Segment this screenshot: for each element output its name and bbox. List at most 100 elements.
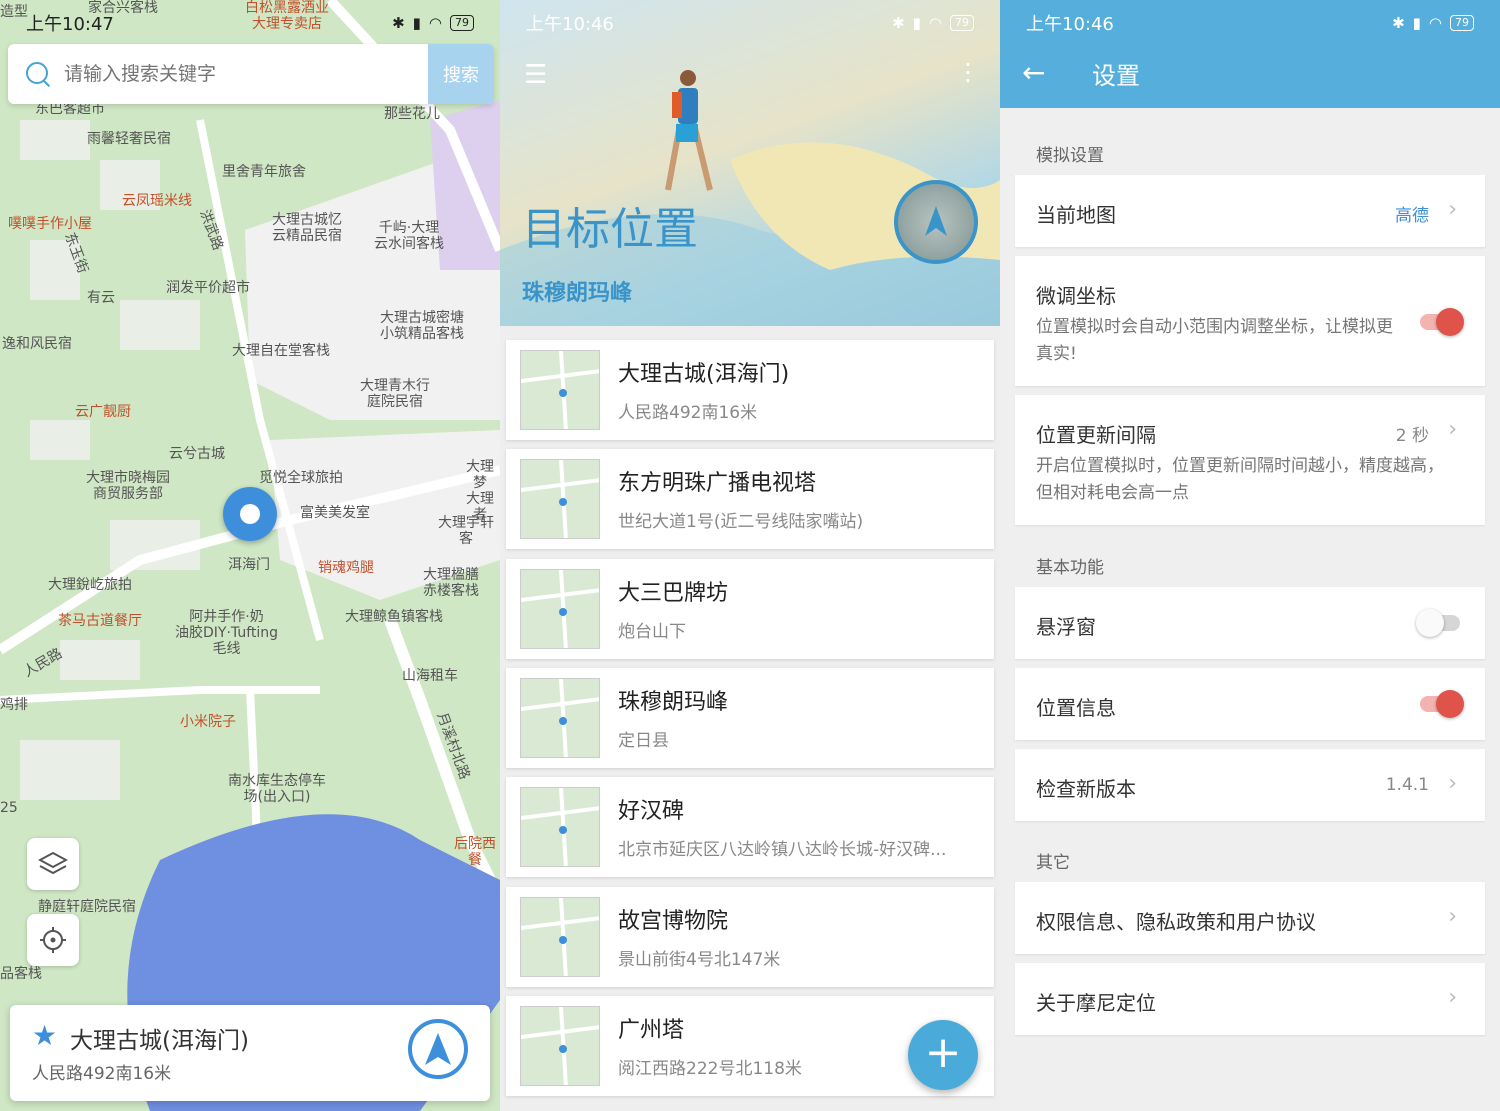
map-poi-label[interactable]: 品客栈 — [0, 966, 42, 982]
place-address: 世纪大道1号(近二号线陆家嘴站) — [618, 512, 864, 533]
map-poi-label[interactable]: 有云 — [87, 290, 115, 306]
map-poi-label[interactable]: 大理梦 大理者 — [460, 459, 500, 523]
chevron-right-icon: › — [1448, 197, 1457, 222]
map-poi-label[interactable]: 大理自在堂客栈 — [232, 343, 330, 359]
place-name: 好汉碑 — [618, 799, 685, 825]
setting-update-interval[interactable]: 位置更新间隔 2 秒 › 开启位置模拟时，位置更新间隔时间越小，精度越高，但相对… — [1015, 395, 1485, 525]
setting-check-version[interactable]: 检查新版本 1.4.1 › — [1015, 749, 1485, 821]
map-poi-label[interactable]: 里舍青年旅舍 — [222, 164, 306, 180]
map-poi-label[interactable]: 云凤瑶米线 — [122, 193, 192, 209]
map-poi-label[interactable]: 逸和风民宿 — [2, 336, 72, 352]
map-poi-label[interactable]: 云广靓厨 — [75, 404, 131, 420]
selected-location-card[interactable]: ★ 大理古城(洱海门) 人民路492南16米 — [10, 1005, 490, 1101]
map-poi-label[interactable]: 云兮古城 — [169, 446, 225, 462]
map-poi-label[interactable]: 大理宇轩客 — [432, 515, 500, 547]
map-poi-label[interactable]: 销魂鸡腿 — [318, 560, 374, 576]
search-input[interactable] — [52, 63, 428, 85]
chevron-right-icon: › — [1448, 904, 1457, 929]
place-list-item[interactable]: 大理古城(洱海门) 人民路492南16米 — [506, 340, 994, 440]
map-poi-label[interactable]: 大理市晓梅园 商贸服务部 — [86, 470, 170, 502]
layers-button[interactable] — [27, 838, 79, 890]
traveler-figure — [665, 70, 713, 191]
map-poi-label[interactable]: 大理青木行 庭院民宿 — [360, 378, 430, 410]
battery-icon: 79 — [1450, 15, 1474, 31]
signal-icon: ▮ — [412, 14, 421, 32]
map-poi-label[interactable]: 富美美发室 — [300, 505, 370, 521]
more-options-icon[interactable]: ⋮ — [956, 58, 980, 86]
place-list-item[interactable]: 大三巴牌坊 炮台山下 — [506, 558, 994, 659]
map-poi-label[interactable]: 大理古城忆 云精品民宿 — [272, 212, 342, 244]
setting-label: 位置更新间隔 — [1036, 423, 1156, 447]
settings-screen: ← 设置 上午10:46 ✱ ▮ ◠ 79 模拟设置 当前地图 高德 › 微调坐… — [1000, 0, 1500, 1111]
setting-value: 2 秒 — [1395, 426, 1429, 446]
setting-permissions[interactable]: 权限信息、隐私政策和用户协议 › — [1015, 882, 1485, 954]
place-map-thumbnail — [520, 896, 600, 977]
page-title: 设置 — [1092, 62, 1140, 90]
place-name: 珠穆朗玛峰 — [618, 689, 729, 715]
setting-label: 关于摩尼定位 — [1036, 991, 1156, 1015]
navigation-arrow-icon — [925, 206, 947, 236]
place-list-item[interactable]: 东方明珠广播电视塔 世纪大道1号(近二号线陆家嘴站) — [506, 449, 994, 550]
map-screen: 东巴客超市 雨馨轻奢民宿 里舍青年旅舍 那些花儿 云凤瑶米线 噗噗手作小屋 大理古城忆 云精… — [0, 0, 500, 1111]
setting-value: 1.4.1 — [1385, 775, 1429, 795]
map-poi-label[interactable]: 小米院子 — [180, 714, 236, 730]
star-icon[interactable]: ★ — [32, 1019, 57, 1052]
search-icon — [24, 60, 52, 88]
map-poi-label[interactable]: 大理鲸鱼镇客栈 — [345, 609, 443, 625]
setting-about[interactable]: 关于摩尼定位 › — [1015, 963, 1485, 1035]
map-poi-label[interactable]: 噗噗手作小屋 — [8, 216, 92, 232]
status-bar: 上午10:46 ✱ ▮ ◠ 79 — [1000, 0, 1500, 46]
map-poi-label[interactable]: 那些花儿 — [384, 106, 440, 122]
setting-label: 权限信息、隐私政策和用户协议 — [1036, 910, 1316, 934]
map-poi-label[interactable]: 后院西餐 — [450, 836, 500, 868]
back-arrow-icon[interactable]: ← — [1022, 56, 1045, 89]
place-name: 故宫博物院 — [618, 908, 729, 934]
floating-window-toggle[interactable] — [1416, 609, 1460, 637]
map-poi-label[interactable]: 大理銳屹旅拍 — [48, 577, 132, 593]
search-button[interactable]: 搜索 — [428, 44, 494, 104]
chevron-right-icon: › — [1448, 985, 1457, 1010]
place-name: 大理古城(洱海门) — [618, 362, 790, 387]
navigate-button[interactable] — [408, 1019, 468, 1079]
battery-icon: 79 — [450, 15, 474, 31]
map-poi-label[interactable]: 25 — [0, 800, 18, 816]
place-map-thumbnail — [520, 1005, 600, 1086]
place-address: 北京市延庆区八达岭镇八达岭长城-好汉碑... — [618, 840, 947, 861]
map-poi-label[interactable]: 鸡排 — [0, 697, 28, 713]
place-name: 广州塔 — [618, 1017, 685, 1043]
map-poi-label[interactable]: 南水库生态停车 场(出入口) — [228, 773, 326, 805]
setting-current-map[interactable]: 当前地图 高德 › — [1015, 175, 1485, 247]
map-poi-label[interactable]: 山海租车 — [402, 668, 458, 684]
map-poi-label[interactable]: 润发平价超市 — [166, 280, 250, 296]
status-icons: ✱ ▮ ◠ 79 — [1392, 14, 1474, 32]
place-list-item[interactable]: 故宫博物院景山前街4号北147米 — [506, 886, 994, 987]
map-poi-label[interactable]: 觅悦全球旅拍 — [259, 470, 343, 486]
current-location-marker[interactable] — [223, 487, 277, 541]
map-poi-label[interactable]: 大理古城密塘 小筑精品客栈 — [380, 310, 464, 342]
place-map-thumbnail — [520, 459, 600, 540]
status-time: 上午10:46 — [1026, 14, 1114, 35]
battery-icon: 79 — [950, 15, 974, 31]
map-poi-label[interactable]: 茶马古道餐厅 — [58, 613, 142, 629]
place-list-item[interactable]: 好汉碑北京市延庆区八达岭镇八达岭长城-好汉碑... — [506, 777, 994, 878]
setting-label: 检查新版本 — [1036, 777, 1136, 801]
add-place-button[interactable]: + — [908, 1020, 978, 1090]
location-info-toggle[interactable] — [1420, 690, 1464, 718]
globe-button[interactable] — [894, 180, 978, 264]
chevron-right-icon: › — [1448, 417, 1457, 442]
status-bar: 上午10:46 ✱ ▮ ◠ 79 — [500, 0, 1000, 46]
locate-button[interactable] — [27, 914, 79, 966]
map-poi-label[interactable]: 大理楹膳 赤楼客栈 — [423, 567, 479, 599]
wifi-icon: ◠ — [928, 14, 942, 32]
place-list-item[interactable]: 珠穆朗玛峰 定日县 — [506, 667, 994, 768]
fine-tune-toggle[interactable] — [1420, 308, 1464, 336]
map-poi-label[interactable]: 千屿·大理 云水间客栈 — [374, 220, 444, 252]
map-poi-label[interactable]: 静庭轩庭院民宿 — [38, 899, 136, 915]
place-address: 景山前街4号北147米 — [618, 949, 781, 970]
setting-fine-tune: 微调坐标 位置模拟时会自动小范围内调整坐标，让模拟更真实! — [1015, 256, 1485, 386]
chevron-right-icon: › — [1448, 771, 1457, 796]
map-poi-label[interactable]: 雨馨轻奢民宿 — [87, 131, 171, 147]
menu-icon[interactable]: ☰ — [524, 60, 547, 90]
map-poi-label[interactable]: 阿井手作·奶 油胶DIY·Tufting 毛线 — [175, 609, 278, 657]
map-poi-label[interactable]: 洱海门 — [228, 557, 270, 573]
